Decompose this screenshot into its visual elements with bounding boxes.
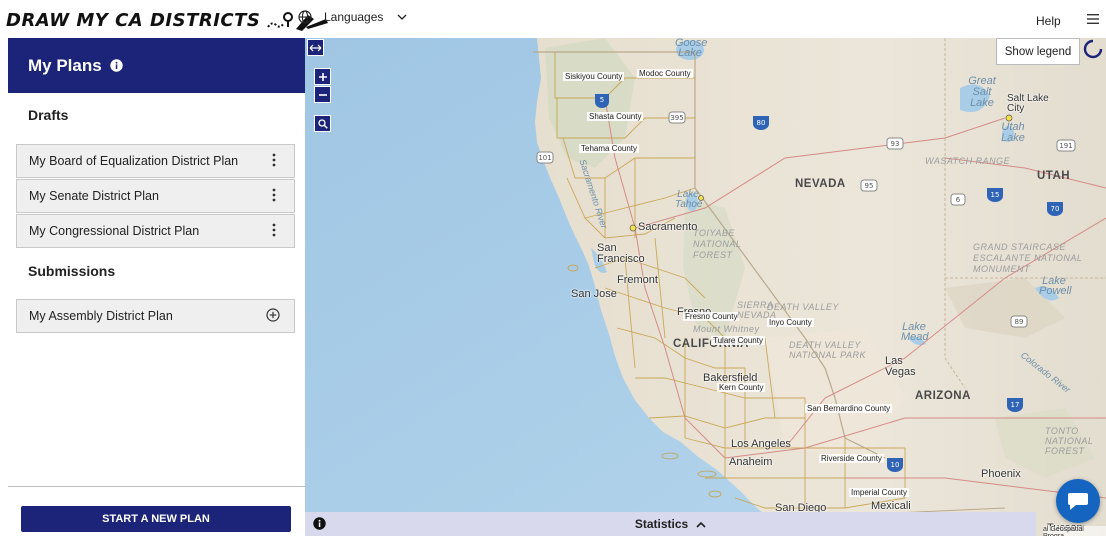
map-range-label: TONTO NATIONAL FOREST <box>1045 426 1094 456</box>
chat-button[interactable] <box>1056 479 1100 523</box>
map-range-label: TOIYABE NATIONAL FOREST <box>693 228 742 260</box>
add-circle-icon[interactable] <box>266 308 280 322</box>
map-region-label: UTAH <box>1037 170 1071 182</box>
map-county-label: Riverside County <box>819 454 884 463</box>
show-legend-button[interactable]: Show legend <box>996 38 1080 65</box>
map-range-label: Mount Whitney <box>693 324 760 334</box>
map-city-label: Fremont <box>617 274 658 286</box>
zoom-in-button[interactable] <box>314 68 331 85</box>
map-range-label: WASATCH RANGE <box>925 156 1011 166</box>
minus-icon <box>318 93 327 96</box>
map-water-label: Lake Powell <box>1039 275 1072 297</box>
map-city-label: Salt Lake City <box>1007 93 1049 114</box>
info-icon[interactable] <box>313 517 326 530</box>
highway-shield-label: 395 <box>670 114 683 122</box>
chat-bubble-icon <box>1068 493 1088 510</box>
highway-shield-label: 101 <box>538 154 551 162</box>
district-map[interactable]: 5 395 80 101 93 95 15 6 70 191 89 17 10 <box>305 38 1106 536</box>
map-search-button[interactable] <box>314 115 331 132</box>
plus-icon <box>318 72 327 81</box>
chevron-down-icon <box>397 14 407 20</box>
toggle-sidebar-button[interactable] <box>307 39 324 56</box>
my-plans-header: My Plans <box>8 38 305 93</box>
map-county-label: Siskiyou County <box>563 72 625 81</box>
highway-shield-label: 80 <box>757 119 766 127</box>
highway-shield-label: 10 <box>891 461 900 469</box>
highway-shield-label: 6 <box>956 196 961 204</box>
drafts-heading: Drafts <box>28 107 69 123</box>
kebab-menu-icon[interactable] <box>272 188 276 202</box>
map-water-label: Great Salt Lake <box>968 75 996 109</box>
map-water-label: Goose Lake <box>675 38 708 59</box>
expand-horizontal-icon <box>309 44 322 51</box>
map-county-label: Modoc County <box>637 69 693 78</box>
map-city-label: Los Angeles <box>731 438 791 450</box>
top-header: DRAW MY CA DISTRICTS Languages Help <box>0 0 1106 38</box>
map-region-label: NEVADA <box>795 178 846 190</box>
draft-plan-board-of-equalization[interactable]: My Board of Equalization District Plan <box>16 144 295 178</box>
app-logo-text: DRAW MY CA DISTRICTS <box>6 9 261 31</box>
submitted-plan-assembly[interactable]: My Assembly District Plan <box>16 299 295 333</box>
statistics-label: Statistics <box>634 517 689 531</box>
search-icon <box>317 118 328 129</box>
highway-shield-label: 15 <box>991 191 1000 199</box>
map-city-label: Mexicali <box>871 500 911 512</box>
map-range-label: DEATH VALLEY NATIONAL PARK <box>789 340 867 360</box>
highway-shield-label: 95 <box>865 182 874 190</box>
highway-shield-label: 93 <box>891 140 900 148</box>
zoom-out-button[interactable] <box>314 86 331 103</box>
draft-plan-congressional[interactable]: My Congressional District Plan <box>16 214 295 248</box>
plan-card-label: My Congressional District Plan <box>29 224 200 238</box>
map-region-label: ARIZONA <box>915 390 971 402</box>
map-city-label: Phoenix <box>981 468 1021 480</box>
statistics-panel-toggle[interactable]: Statistics <box>305 512 1036 536</box>
map-range-label: DEATH VALLEY <box>767 302 839 312</box>
map-water-label: Lake Tahoe <box>675 189 703 210</box>
highway-shield-label: 17 <box>1011 401 1020 409</box>
highway-shield-label: 5 <box>600 96 604 104</box>
highway-shield-label: 89 <box>1015 318 1024 326</box>
globe-icon <box>298 10 312 24</box>
map-county-label: Fresno County <box>683 312 740 321</box>
map-city-label: Las Vegas <box>885 355 916 378</box>
highway-shield-label: 70 <box>1051 205 1060 213</box>
languages-selector[interactable]: Languages <box>298 10 407 24</box>
kebab-menu-icon[interactable] <box>272 223 276 237</box>
map-county-label: Tulare County <box>711 336 765 345</box>
map-county-label: Tehama County <box>579 144 640 153</box>
map-city-label: Sacramento <box>638 221 698 233</box>
map-county-label: Kern County <box>717 383 766 392</box>
map-city-label: San Jose <box>571 288 617 300</box>
plan-card-label: My Senate District Plan <box>29 189 159 203</box>
map-county-label: San Bernardino County <box>805 404 893 413</box>
plans-sidebar: My Plans Drafts My Board of Equalization… <box>0 38 305 536</box>
plan-card-label: My Board of Equalization District Plan <box>29 154 239 168</box>
submissions-heading: Submissions <box>28 263 116 279</box>
loading-spinner-icon <box>1083 39 1103 59</box>
map-attribution: al Geospatial Progra <box>1043 526 1106 536</box>
map-range-label: GRAND STAIRCASE ESCALANTE NATIONAL MONUM… <box>973 242 1083 274</box>
map-city-label: San Francisco <box>597 242 645 265</box>
map-county-label: Imperial County <box>849 488 910 497</box>
draft-plan-senate[interactable]: My Senate District Plan <box>16 179 295 213</box>
app-logo[interactable]: DRAW MY CA DISTRICTS <box>6 6 330 34</box>
my-plans-title: My Plans <box>28 55 102 75</box>
map-water-label: Utah Lake <box>1001 121 1025 144</box>
chevron-up-icon <box>696 521 706 528</box>
sidebar-divider <box>8 486 305 487</box>
info-icon[interactable] <box>110 59 123 72</box>
map-county-label: Shasta County <box>587 112 644 121</box>
hamburger-menu-icon[interactable] <box>1086 13 1100 25</box>
highway-shield-label: 191 <box>1059 142 1072 150</box>
map-basemap: 5 395 80 101 93 95 15 6 70 191 89 17 10 <box>305 38 1106 536</box>
help-link[interactable]: Help <box>1036 14 1061 28</box>
map-water-label: Lake Mead <box>901 321 929 343</box>
kebab-menu-icon[interactable] <box>272 153 276 167</box>
languages-label: Languages <box>324 10 384 24</box>
plan-card-label: My Assembly District Plan <box>29 309 173 323</box>
map-city-label: Anaheim <box>729 456 773 468</box>
start-new-plan-button[interactable]: START A NEW PLAN <box>21 506 291 532</box>
